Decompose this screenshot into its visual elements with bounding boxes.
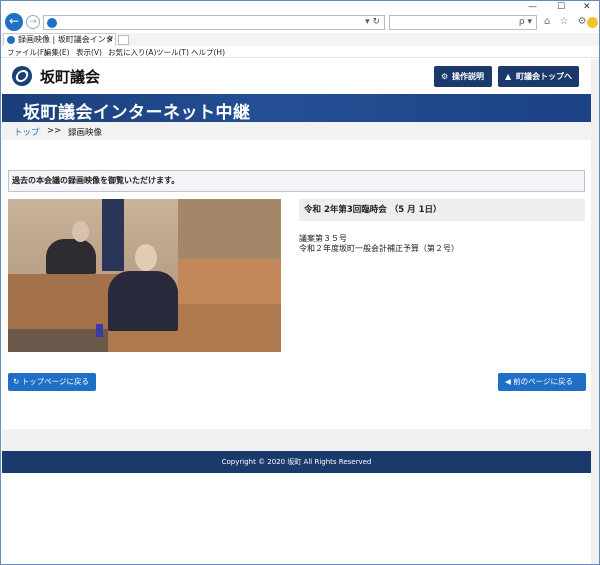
footer-band bbox=[2, 429, 591, 451]
chart-icon: ▲ bbox=[505, 72, 512, 81]
active-tab[interactable]: 録画映像 | 坂町議会インター... ✕ bbox=[3, 33, 116, 46]
feedback-smiley-icon[interactable] bbox=[587, 17, 598, 28]
menu-edit[interactable]: 編集(E) bbox=[44, 47, 70, 58]
prev-page-button[interactable]: ◀ 前のページに戻る bbox=[498, 373, 586, 391]
top-page-button-label: トップページに戻る bbox=[21, 377, 90, 386]
prev-page-button-label: 前のページに戻る bbox=[513, 377, 574, 386]
browser-window: — ☐ ✕ ← → ▾ ↻ ρ ▾ ⌂ ☆ ⚙ 録画映像 | 坂町議会インター.… bbox=[0, 0, 600, 565]
site-header: 坂町議会 ⚙ 操作説明 ▲ 町議会トップへ bbox=[2, 59, 591, 93]
ie-page-icon bbox=[47, 18, 57, 28]
video-player[interactable] bbox=[8, 199, 281, 352]
banner-title: 坂町議会インターネット中継 bbox=[23, 103, 251, 123]
menu-tools[interactable]: ツール(T) bbox=[156, 47, 189, 58]
video-frame-person bbox=[46, 239, 96, 274]
town-logo-icon bbox=[12, 66, 32, 86]
video-frame-bottle bbox=[96, 324, 103, 337]
new-tab-button[interactable] bbox=[118, 35, 129, 45]
tab-strip: 録画映像 | 坂町議会インター... ✕ bbox=[1, 33, 599, 46]
tab-close-icon[interactable]: ✕ bbox=[106, 34, 113, 46]
council-top-button-label: 町議会トップへ bbox=[516, 72, 572, 81]
triangle-left-icon: ◀ bbox=[505, 377, 511, 386]
notice-box: 過去の本会議の録画映像を御覧いただけます。 bbox=[8, 170, 585, 192]
menu-favorites[interactable]: お気に入り(A) bbox=[108, 47, 156, 58]
video-frame-speaker-head bbox=[135, 244, 157, 271]
session-heading: 令和 2年第3回臨時会 （5 月 1日） bbox=[299, 199, 585, 221]
menu-view[interactable]: 表示(V) bbox=[76, 47, 102, 58]
search-input[interactable]: ρ ▾ bbox=[389, 15, 537, 30]
footer-copyright: Copyright © 2020 坂町 All Rights Reserved bbox=[2, 451, 591, 473]
breadcrumb-home[interactable]: トップ bbox=[14, 126, 40, 138]
home-favorites-settings-icons[interactable]: ⌂ ☆ ⚙ bbox=[544, 16, 590, 27]
video-frame-speaker bbox=[108, 271, 178, 331]
refresh-dropdown-icon[interactable]: ▾ ↻ bbox=[365, 17, 380, 27]
forward-button[interactable]: → bbox=[26, 15, 40, 29]
help-button-label: 操作説明 bbox=[452, 72, 484, 81]
breadcrumb-separator: >> bbox=[47, 126, 62, 136]
address-bar[interactable]: ▾ ↻ bbox=[43, 15, 385, 30]
video-frame-head bbox=[72, 221, 89, 242]
council-top-button[interactable]: ▲ 町議会トップへ bbox=[498, 66, 579, 87]
menu-help[interactable]: ヘルプ(H) bbox=[191, 47, 225, 58]
menu-file[interactable]: ファイル(F) bbox=[7, 47, 47, 58]
tab-label: 録画映像 | 坂町議会インター... bbox=[18, 35, 115, 44]
page-bottom bbox=[2, 473, 591, 564]
breadcrumb-current: 録画映像 bbox=[68, 128, 103, 138]
top-page-button[interactable]: ↻ トップページに戻る bbox=[8, 373, 96, 391]
search-icon[interactable]: ρ ▾ bbox=[519, 17, 532, 27]
video-frame-flag bbox=[102, 199, 124, 271]
breadcrumb: トップ >> 録画映像 bbox=[2, 122, 591, 140]
site-title: 坂町議会 bbox=[40, 68, 101, 86]
back-button[interactable]: ← bbox=[5, 13, 23, 31]
menu-bar: ファイル(F) 編集(E) 表示(V) お気に入り(A) ツール(T) ヘルプ(… bbox=[1, 46, 599, 58]
banner: 坂町議会インターネット中継 bbox=[2, 94, 591, 123]
bill-title: 令和２年度坂町一般会計補正予算（第２号） bbox=[299, 244, 459, 253]
page-content: 坂町議会 ⚙ 操作説明 ▲ 町議会トップへ 坂町議会インターネット中継 トップ … bbox=[2, 59, 591, 564]
help-button[interactable]: ⚙ 操作説明 bbox=[434, 66, 492, 87]
navigation-bar: ← → ▾ ↻ ρ ▾ ⌂ ☆ ⚙ bbox=[1, 11, 599, 33]
tab-ie-icon bbox=[7, 36, 15, 44]
return-arrow-icon: ↻ bbox=[13, 377, 20, 386]
vertical-scrollbar[interactable] bbox=[591, 59, 599, 564]
gear-icon: ⚙ bbox=[441, 72, 449, 81]
